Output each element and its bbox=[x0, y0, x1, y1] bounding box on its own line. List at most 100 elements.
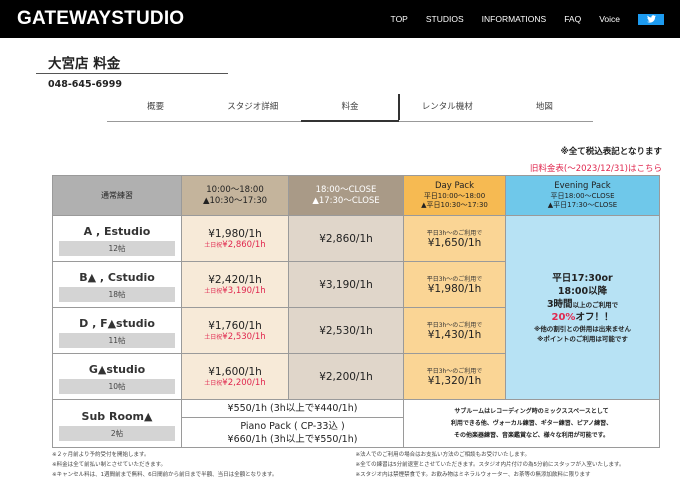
evening-line3: 3時間以上のご利用で bbox=[506, 298, 659, 311]
day-pack-cell: 平日3h〜のご利用で ¥1,320/1h bbox=[403, 353, 506, 400]
studio-cell: D , F▲studio 11帖 bbox=[52, 307, 182, 354]
tab-studio-details[interactable]: スタジオ詳細 bbox=[204, 96, 302, 122]
header-close-time-alt: ▲17:30〜CLOSE bbox=[312, 195, 380, 206]
evening-hours: 3時間 bbox=[546, 298, 573, 310]
close-price-cell: ¥3,190/1h bbox=[288, 261, 404, 308]
daytime-price-cell: ¥2,420/1h 土日祝¥3,190/1h bbox=[181, 261, 289, 308]
table-row: A , Estudio 12帖 ¥1,980/1h 土日祝¥2,860/1h ¥… bbox=[52, 215, 660, 400]
evening-line2: 18:00以降 bbox=[557, 285, 608, 297]
phone-number: 048-645-6999 bbox=[48, 79, 122, 90]
piano-pack-price: ¥660/1h (3h以上で¥550/1h) bbox=[227, 433, 358, 445]
weekend-label: 土日祝 bbox=[204, 241, 223, 249]
subroom-description-cell: サブルームはレコーディング時のミックススペースとして 利用できる他、ヴォーカル練… bbox=[403, 399, 660, 448]
day-pack-price: ¥1,980/1h bbox=[427, 283, 482, 295]
day-pack-cell: 平日3h〜のご利用で ¥1,980/1h bbox=[403, 261, 506, 308]
studio-cell: G▲studio 10帖 bbox=[52, 353, 182, 400]
day-pack-note: 平日3h〜のご利用で bbox=[426, 322, 483, 329]
nav-studios[interactable]: STUDIOS bbox=[426, 14, 464, 24]
weekend-price-value: ¥2,200/1h bbox=[222, 377, 266, 388]
studio-name: D , F▲studio bbox=[79, 317, 155, 330]
tab-price[interactable]: 料金 bbox=[301, 94, 400, 122]
evening-pack-sub1: 平日18:00〜CLOSE bbox=[550, 192, 615, 200]
evening-note2: ※ポイントのご利用は可能です bbox=[537, 334, 628, 343]
day-pack-title: Day Pack bbox=[434, 181, 475, 191]
page-title: 大宮店 料金 bbox=[48, 56, 121, 72]
weekend-price-value: ¥2,530/1h bbox=[222, 331, 266, 342]
piano-pack-label: Piano Pack ( CP-33込 ) bbox=[240, 420, 345, 432]
header-evening-time: 18:00〜CLOSE ▲17:30〜CLOSE bbox=[288, 175, 404, 216]
nav-faq[interactable]: FAQ bbox=[564, 14, 581, 24]
evening-hours-suffix: 以上のご利用で bbox=[572, 300, 619, 309]
tab-map[interactable]: 地図 bbox=[495, 96, 594, 122]
footnote: ※キャンセル料は、1週間前まで無料、6日間前から前日まで半額、当日は全額となりま… bbox=[52, 472, 278, 478]
tab-rental-equipment[interactable]: レンタル機材 bbox=[398, 96, 496, 122]
daytime-price: ¥2,420/1h bbox=[208, 273, 262, 286]
old-price-link[interactable]: 旧料金表(〜2023/12/31)はこちら bbox=[530, 162, 662, 174]
twitter-icon bbox=[646, 15, 656, 23]
day-pack-cell: 平日3h〜のご利用で ¥1,430/1h bbox=[403, 307, 506, 354]
daytime-price: ¥1,760/1h bbox=[208, 319, 262, 332]
tab-overview[interactable]: 概要 bbox=[107, 96, 205, 122]
header-daytime: 10:00〜18:00 ▲10:30〜17:30 bbox=[181, 175, 289, 216]
close-price: ¥2,860/1h bbox=[319, 232, 373, 245]
subroom-size: 2帖 bbox=[59, 426, 175, 441]
evening-pack-sub2: ▲平日17:30〜CLOSE bbox=[547, 201, 618, 209]
close-price: ¥2,530/1h bbox=[319, 324, 373, 337]
studio-size: 12帖 bbox=[59, 241, 175, 256]
subroom-row: Sub Room▲ 2帖 ¥550/1h (3h以上で¥440/1h) Pian… bbox=[52, 399, 660, 448]
nav-informations[interactable]: INFORMATIONS bbox=[482, 14, 547, 24]
studio-cell: B▲ , Cstudio 18帖 bbox=[52, 261, 182, 308]
nav-top[interactable]: TOP bbox=[391, 14, 408, 24]
weekend-label: 土日祝 bbox=[204, 287, 223, 295]
day-pack-note: 平日3h〜のご利用で bbox=[426, 276, 483, 283]
studio-cell: A , Estudio 12帖 bbox=[52, 215, 182, 262]
subroom-desc2: 利用できる他、ヴォーカル練習、ギター練習、ピアノ練習、 bbox=[450, 419, 613, 427]
subroom-name: Sub Room▲ bbox=[81, 410, 153, 423]
day-pack-sub1: 平日10:00〜18:00 bbox=[423, 192, 486, 200]
table-header-row: 通常練習 10:00〜18:00 ▲10:30〜17:30 18:00〜CLOS… bbox=[52, 175, 660, 216]
evening-discount: 20%オフ！！ bbox=[506, 311, 659, 324]
weekend-price: 土日祝¥3,190/1h bbox=[182, 286, 288, 296]
header-day-pack: Day Pack 平日10:00〜18:00 ▲平日10:30〜17:30 bbox=[403, 175, 506, 216]
weekend-price-value: ¥3,190/1h bbox=[222, 285, 266, 296]
nav-voice[interactable]: Voice bbox=[599, 14, 620, 24]
weekend-price-value: ¥2,860/1h bbox=[222, 239, 266, 250]
evening-line1: 平日17:30or bbox=[552, 272, 613, 284]
close-price-cell: ¥2,200/1h bbox=[288, 353, 404, 400]
footnote: ※料金は全て前払い制とさせていただきます。 bbox=[52, 462, 167, 468]
day-pack-price: ¥1,650/1h bbox=[427, 237, 482, 249]
main-nav: TOP STUDIOS INFORMATIONS FAQ Voice bbox=[391, 0, 680, 38]
header-evening-pack: Evening Pack 平日18:00〜CLOSE ▲平日17:30〜CLOS… bbox=[505, 175, 660, 216]
footnote: ※全ての練習は5分前退室とさせていただきます。スタジオ内片付けの為5分前にスタッ… bbox=[355, 462, 625, 468]
weekend-label: 土日祝 bbox=[204, 379, 223, 387]
tax-note: ※全て税込表記となります bbox=[560, 147, 662, 157]
day-pack-price: ¥1,320/1h bbox=[427, 375, 482, 387]
footnotes: ※２ヶ月前より予約受付を開始します。 ※料金は全て前払い制とさせていただきます。… bbox=[52, 450, 659, 480]
day-pack-cell: 平日3h〜のご利用で ¥1,650/1h bbox=[403, 215, 506, 262]
weekend-price: 土日祝¥2,200/1h bbox=[182, 378, 288, 388]
studio-size: 11帖 bbox=[59, 333, 175, 348]
day-pack-price: ¥1,430/1h bbox=[427, 329, 482, 341]
evening-note1: ※他の割引との併用は出来ません bbox=[533, 324, 632, 333]
daytime-price-cell: ¥1,980/1h 土日祝¥2,860/1h bbox=[181, 215, 289, 262]
footnote: ※２ヶ月前より予約受付を開始します。 bbox=[52, 452, 150, 458]
subroom-cell: Sub Room▲ 2帖 bbox=[52, 399, 182, 448]
header-close-time: 18:00〜CLOSE bbox=[315, 184, 377, 195]
day-pack-sub2: ▲平日10:30〜17:30 bbox=[421, 201, 488, 209]
footnote: ※スタジオ内は禁煙禁食です。お飲み物はミネラルウォーター、お茶等の無添加飲料に限… bbox=[355, 472, 591, 478]
subroom-desc3: その他楽器練習、音楽鑑賞など、様々な利用が可能です。 bbox=[453, 431, 610, 439]
twitter-button[interactable] bbox=[638, 13, 664, 25]
site-logo[interactable]: GATEWAYSTUDIO bbox=[17, 8, 184, 30]
evening-discount-pct: 20% bbox=[551, 311, 576, 323]
day-pack-note: 平日3h〜のご利用で bbox=[426, 230, 483, 237]
daytime-price: ¥1,980/1h bbox=[208, 227, 262, 240]
subroom-price-cell: ¥550/1h (3h以上で¥440/1h) Piano Pack ( CP-3… bbox=[181, 399, 404, 448]
top-bar: GATEWAYSTUDIO TOP STUDIOS INFORMATIONS F… bbox=[0, 0, 680, 38]
day-pack-note: 平日3h〜のご利用で bbox=[426, 368, 483, 375]
daytime-price: ¥1,600/1h bbox=[208, 365, 262, 378]
evening-pack-cell: 平日17:30or 18:00以降 3時間以上のご利用で 20%オフ！！ ※他の… bbox=[505, 215, 660, 400]
footnote: ※法人でのご利用の場合はお支払い方法のご相談もお受けいたします。 bbox=[355, 452, 531, 458]
title-divider bbox=[36, 73, 228, 74]
studio-name: A , Estudio bbox=[83, 225, 151, 238]
studio-name: G▲studio bbox=[88, 363, 146, 376]
